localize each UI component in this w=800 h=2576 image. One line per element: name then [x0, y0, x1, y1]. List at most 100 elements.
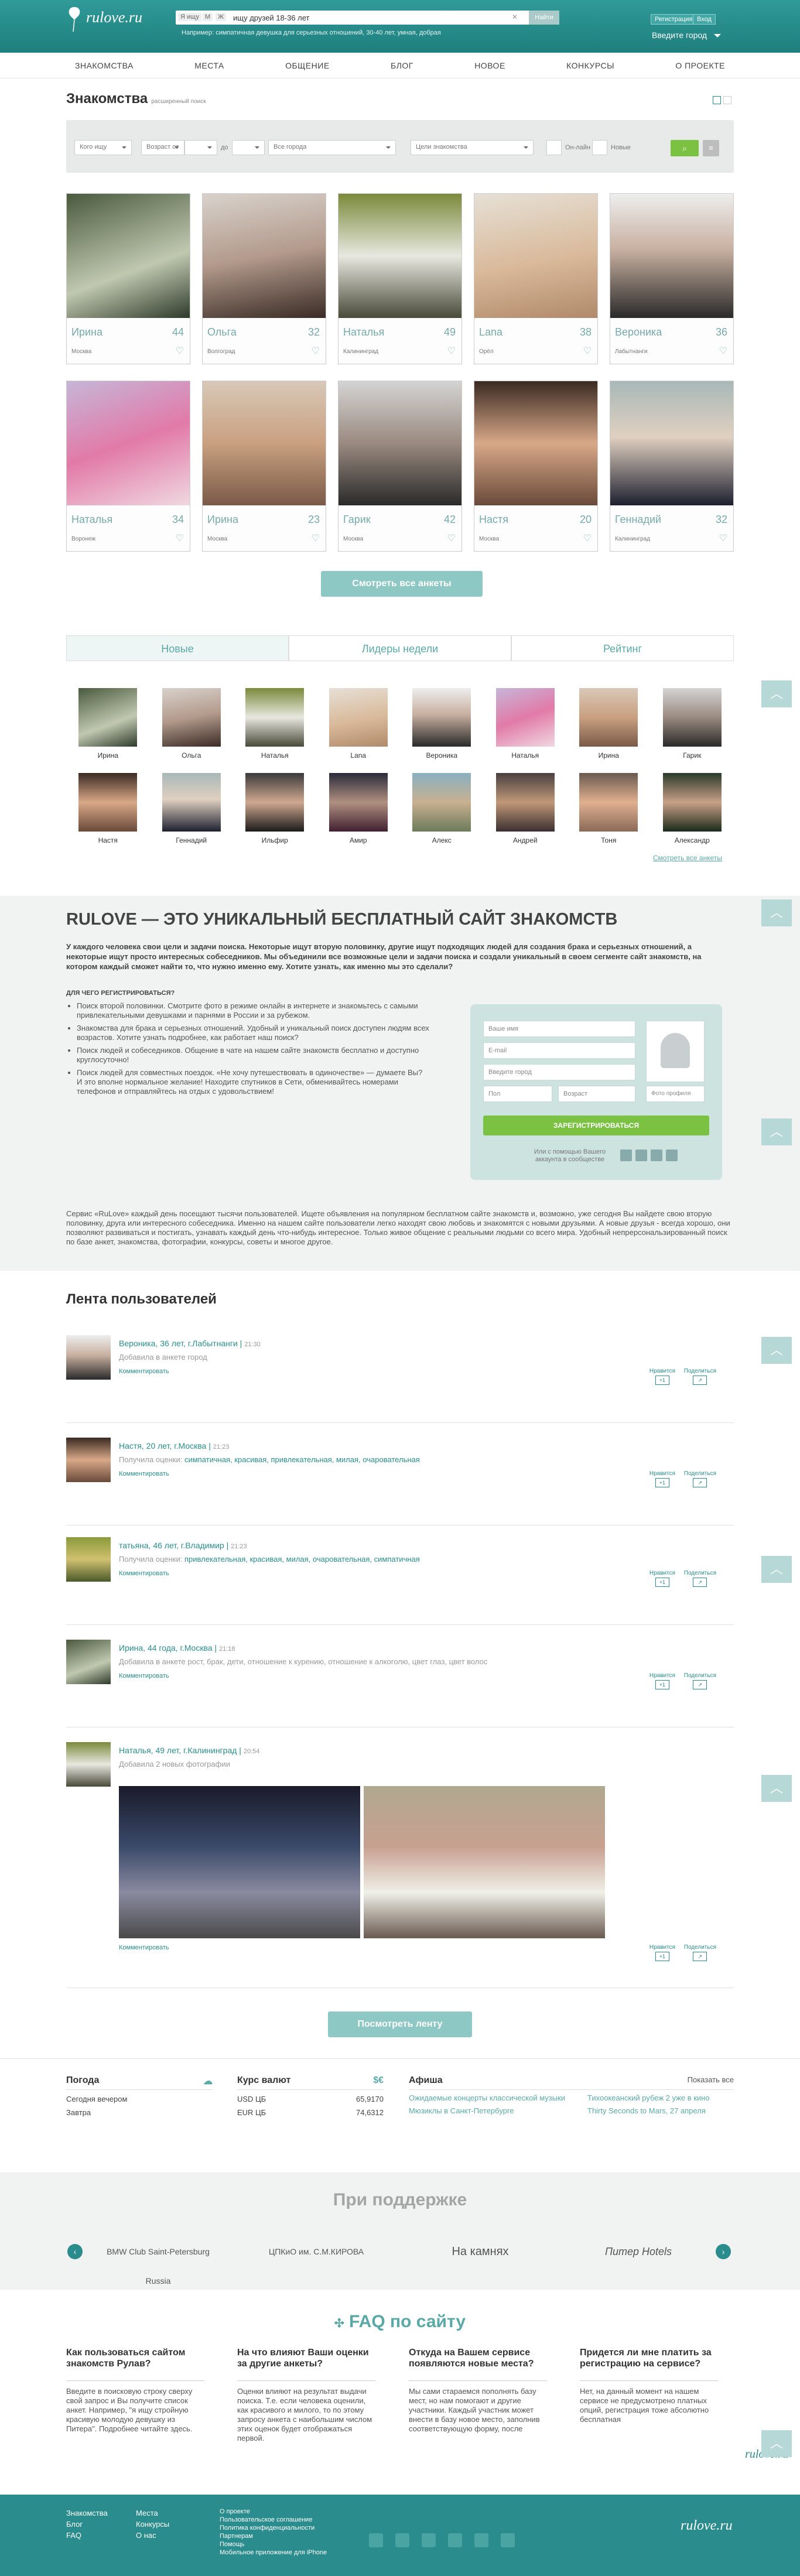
- online-checkbox[interactable]: [546, 140, 562, 155]
- comment-link[interactable]: Комментировать: [119, 1470, 169, 1477]
- heart-icon[interactable]: ♡: [583, 345, 592, 357]
- name-field[interactable]: Ваше имя: [483, 1021, 635, 1037]
- footer-link[interactable]: Блог: [66, 2519, 108, 2530]
- avatar[interactable]: [66, 1335, 111, 1380]
- email-field[interactable]: E-mail: [483, 1042, 635, 1059]
- share-button[interactable]: Поделиться ↗: [684, 1470, 716, 1487]
- faq-question[interactable]: Откуда на Вашем сервисе появляются новые…: [409, 2347, 547, 2381]
- heart-icon[interactable]: ♡: [719, 532, 727, 544]
- profile-thumb[interactable]: Ильфир: [245, 773, 305, 844]
- tab-rating[interactable]: Рейтинг: [511, 635, 734, 661]
- faq-question[interactable]: Придется ли мне платить за регистрацию н…: [580, 2347, 718, 2381]
- footer-logo[interactable]: rulove.ru: [681, 2518, 733, 2534]
- like-button[interactable]: Нравится +1: [649, 1944, 675, 1961]
- facebook-icon[interactable]: [395, 2533, 409, 2547]
- feed-photo[interactable]: [119, 1786, 360, 1938]
- show-all-link[interactable]: Показать все: [688, 2075, 734, 2084]
- all-profiles-link[interactable]: Смотреть все анкеты: [653, 854, 722, 862]
- afisha-item[interactable]: Тихоокеанский рубеж 2 уже в кино: [587, 2093, 734, 2103]
- ratings-link[interactable]: симпатичная, красивая, привлекательная, …: [184, 1455, 420, 1464]
- profile-card[interactable]: Наталья 49 Калининград ♡: [338, 193, 462, 364]
- profile-thumb[interactable]: Lana: [329, 688, 388, 760]
- comment-link[interactable]: Комментировать: [119, 1368, 169, 1375]
- feed-author[interactable]: Наталья, 49 лет, г.Калининград | 20:54: [119, 1746, 259, 1755]
- feed-author[interactable]: Настя, 20 лет, г.Москва | 21:23: [119, 1441, 229, 1451]
- scroll-top-button[interactable]: ︿: [761, 2430, 792, 2457]
- filter-search-button[interactable]: ⌕: [671, 140, 699, 156]
- heart-icon[interactable]: ♡: [176, 345, 184, 357]
- avatar[interactable]: [66, 1537, 111, 1582]
- profile-thumb[interactable]: Ольга: [162, 688, 221, 760]
- heart-icon[interactable]: ♡: [312, 532, 320, 544]
- profile-card[interactable]: Lana 38 Орёл ♡: [474, 193, 598, 364]
- vk-icon[interactable]: [369, 2533, 383, 2547]
- grid-view-icon[interactable]: [713, 96, 721, 104]
- heart-icon[interactable]: ♡: [583, 532, 592, 544]
- list-view-icon[interactable]: [723, 96, 731, 104]
- like-button[interactable]: Нравится +1: [649, 1570, 675, 1587]
- profile-thumb[interactable]: Наталья: [245, 688, 305, 760]
- age-select[interactable]: Возраст: [558, 1086, 635, 1102]
- profile-thumb[interactable]: Гарик: [662, 688, 722, 760]
- next-arrow-icon[interactable]: ›: [716, 2244, 731, 2259]
- filter-age-from[interactable]: Возраст от: [141, 140, 184, 155]
- profile-thumb[interactable]: Ирина: [579, 688, 638, 760]
- tab-new[interactable]: Новые: [66, 635, 289, 661]
- profile-thumb[interactable]: Тоня: [579, 773, 638, 844]
- faq-question[interactable]: Как пользоваться сайтом знакомств Рулав?: [66, 2347, 204, 2381]
- comment-link[interactable]: Комментировать: [119, 1570, 169, 1577]
- profile-thumb[interactable]: Алекс: [412, 773, 471, 844]
- odnoklassniki-icon[interactable]: [474, 2533, 488, 2547]
- filter-goal[interactable]: Цели знакомства: [411, 140, 534, 155]
- feed-photo[interactable]: [364, 1786, 605, 1938]
- share-button[interactable]: Поделиться ↗: [684, 1672, 716, 1689]
- ratings-link[interactable]: привлекательная, красивая, милая, очаров…: [184, 1555, 420, 1564]
- odnoklassniki-icon[interactable]: [651, 1150, 662, 1161]
- scroll-top-button[interactable]: ︿: [761, 899, 792, 926]
- partner-logo[interactable]: Питер Hotels: [580, 2237, 697, 2266]
- prev-arrow-icon[interactable]: ‹: [67, 2244, 83, 2259]
- profile-card[interactable]: Гарик 42 Москва ♡: [338, 381, 462, 552]
- profile-thumb[interactable]: Андрей: [495, 773, 555, 844]
- feed-author[interactable]: Вероника, 36 лет, г.Лабытнанги | 21:30: [119, 1339, 261, 1348]
- footer-link[interactable]: FAQ: [66, 2530, 108, 2541]
- city-field[interactable]: Введите город: [483, 1064, 635, 1080]
- footer-link[interactable]: Знакомства: [66, 2507, 108, 2519]
- heart-icon[interactable]: ♡: [176, 532, 184, 544]
- vk-icon[interactable]: [620, 1150, 632, 1161]
- all-profiles-button[interactable]: Смотреть все анкеты: [321, 571, 483, 597]
- profile-card[interactable]: Наталья 34 Воронеж ♡: [66, 381, 190, 552]
- profile-card[interactable]: Вероника 36 Лабытнанги ♡: [610, 193, 734, 364]
- scroll-top-button[interactable]: ︿: [761, 1337, 792, 1364]
- sex-select[interactable]: Пол: [483, 1086, 552, 1102]
- avatar[interactable]: [66, 1640, 111, 1684]
- share-button[interactable]: Поделиться ↗: [684, 1570, 716, 1587]
- profile-card[interactable]: Ольга 32 Волгоград ♡: [202, 193, 326, 364]
- feed-author[interactable]: татьяна, 46 лет, г.Владимир | 21:23: [119, 1541, 247, 1550]
- faq-question[interactable]: На что влияют Ваши оценки за другие анке…: [237, 2347, 375, 2381]
- register-submit-button[interactable]: ЗАРЕГИСТРИРОВАТЬСЯ: [483, 1116, 709, 1135]
- profile-thumb[interactable]: Геннадий: [162, 773, 221, 844]
- footer-link[interactable]: Мобильное приложение для iPhone: [220, 2548, 327, 2557]
- scroll-top-button[interactable]: ︿: [761, 680, 792, 707]
- heart-icon[interactable]: ♡: [447, 532, 456, 544]
- afisha-item[interactable]: Thirty Seconds to Mars, 27 апреля: [587, 2106, 734, 2116]
- scroll-top-button[interactable]: ︿: [761, 1775, 792, 1802]
- like-button[interactable]: Нравится +1: [649, 1368, 675, 1385]
- heart-icon[interactable]: ♡: [312, 345, 320, 357]
- footer-link[interactable]: Пользовательское соглашение: [220, 2516, 327, 2524]
- comment-link[interactable]: Комментировать: [119, 1944, 169, 1951]
- feed-author[interactable]: Ирина, 44 года, г.Москва | 21:18: [119, 1643, 235, 1653]
- footer-link[interactable]: Помощь: [220, 2540, 327, 2548]
- view-feed-button[interactable]: Посмотреть ленту: [328, 2011, 472, 2037]
- twitter-icon[interactable]: [422, 2533, 436, 2547]
- tab-week-leaders[interactable]: Лидеры недели: [289, 635, 511, 661]
- profile-card[interactable]: Настя 20 Москва ♡: [474, 381, 598, 552]
- share-button[interactable]: Поделиться ↗: [684, 1944, 716, 1961]
- profile-card[interactable]: Ирина 44 Москва ♡: [66, 193, 190, 364]
- like-button[interactable]: Нравится +1: [649, 1470, 675, 1487]
- filter-city[interactable]: Все города: [268, 140, 396, 155]
- youtube-icon[interactable]: [448, 2533, 462, 2547]
- partner-logo[interactable]: На камнях: [422, 2237, 539, 2266]
- footer-link[interactable]: О нас: [136, 2530, 169, 2541]
